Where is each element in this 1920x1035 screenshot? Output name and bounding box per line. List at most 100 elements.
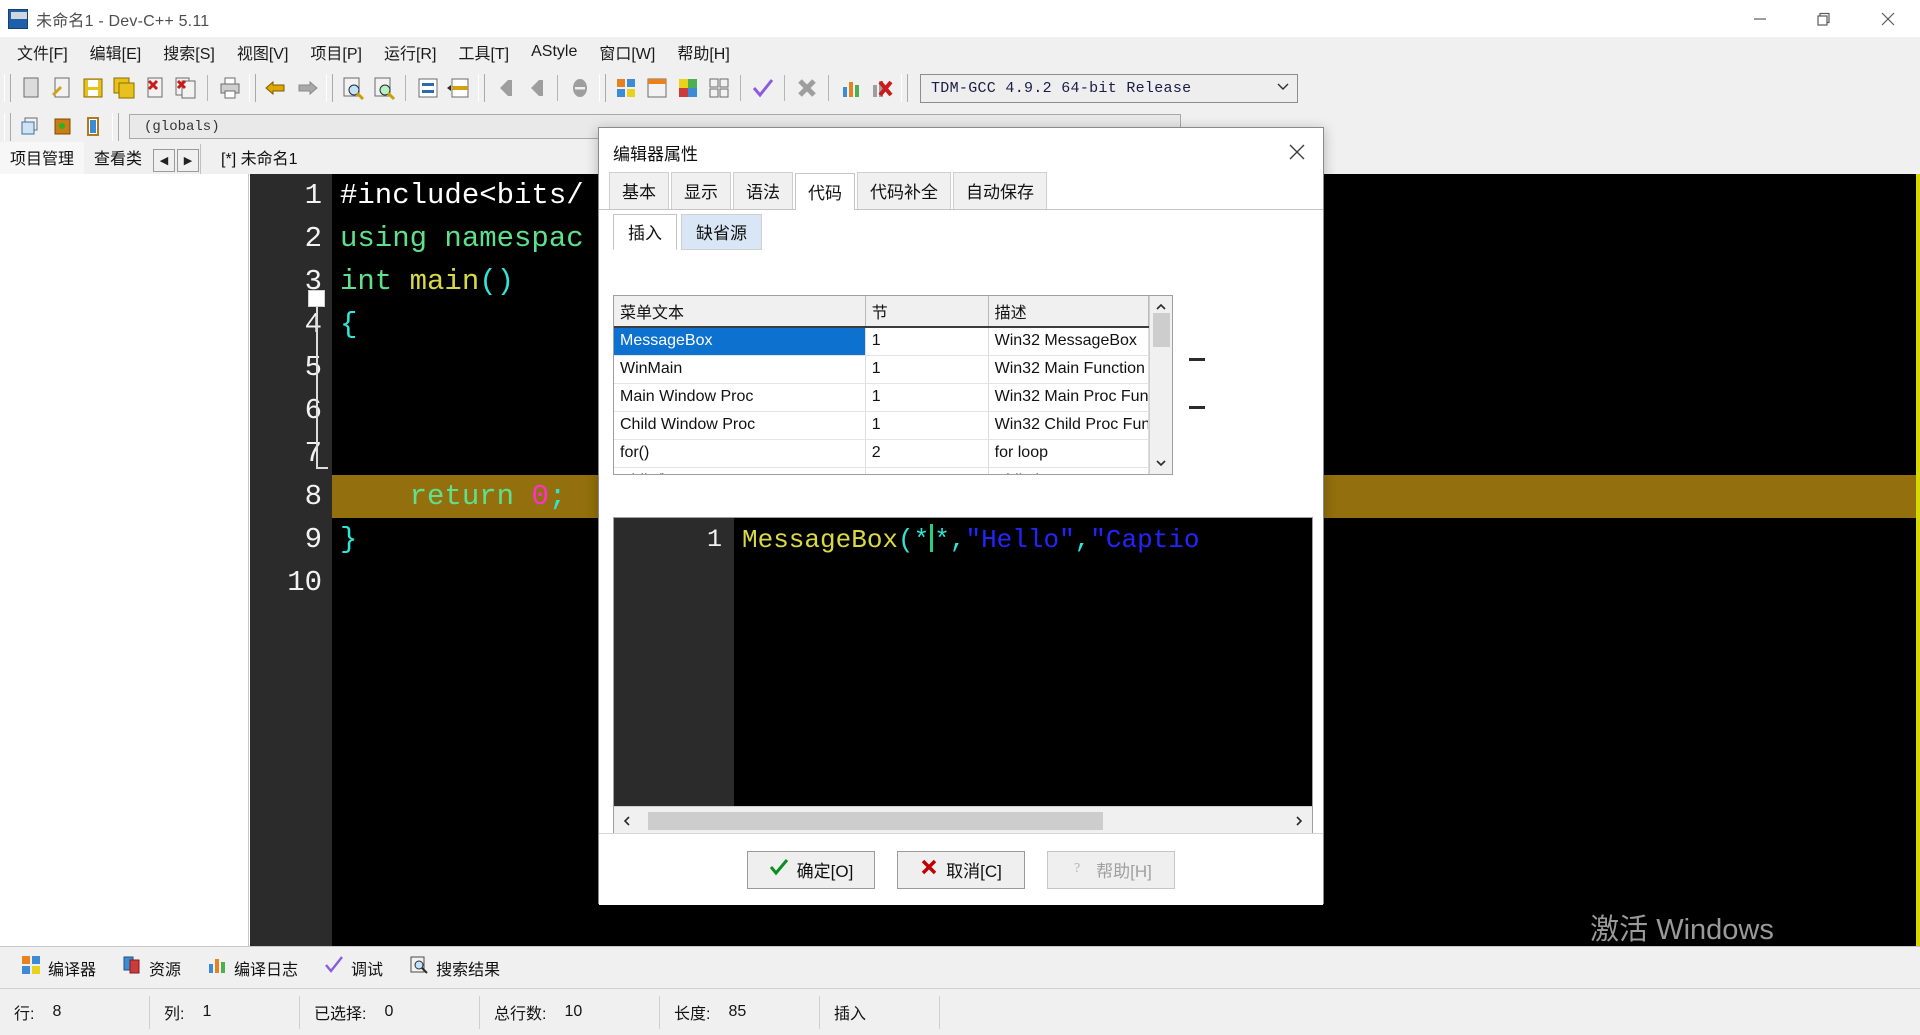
toolbar-grip[interactable] [4,74,11,102]
ok-button[interactable]: 确定[O] [747,850,875,889]
dialog-tab-autosave[interactable]: 自动保存 [953,172,1047,209]
fold-collapse-icon[interactable] [308,290,325,307]
tab-scroll-prev-button[interactable]: ◀ [153,149,176,172]
new-source-icon[interactable] [46,111,77,142]
find-icon[interactable] [337,73,368,104]
preview-horizontal-scrollbar[interactable] [614,806,1312,834]
scrollbar-thumb[interactable] [648,811,1103,830]
chevron-left-icon[interactable] [614,808,640,834]
menu-edit[interactable]: 编辑[E] [79,37,153,67]
bottom-tab-resources[interactable]: 资源 [109,951,194,984]
column-header-section[interactable]: 节 [865,296,989,328]
menu-astyle[interactable]: AStyle [520,40,588,64]
dialog-tab-basic[interactable]: 基本 [609,172,669,209]
dialog-tab-code[interactable]: 代码 [795,173,855,210]
compiler-select-value: TDM-GCC 4.9.2 64-bit Release [931,79,1192,97]
bottom-tab-compiler[interactable]: 编译器 [8,951,109,984]
book-icon[interactable] [77,111,108,142]
bottom-tab-search-results[interactable]: 搜索结果 [396,951,513,984]
toolbar-grip-7[interactable] [4,112,11,141]
toolbar-grip-8[interactable] [112,112,119,141]
preview-code-area[interactable]: 1 MessageBox(* *,"Hello","Captio [614,518,1312,806]
save-all-icon[interactable] [108,73,139,104]
back-icon[interactable] [489,73,520,104]
delete-profile-icon[interactable] [866,73,897,104]
insert-list-table: 菜单文本 节 描述 MessageBox 1 Win32 MessageBox [614,296,1149,474]
table-row[interactable]: Child Window Proc 1 Win32 Child Proc Fun [614,411,1149,440]
chevron-down-icon[interactable] [1150,452,1173,474]
table-row[interactable]: Main Window Proc 1 Win32 Main Proc Fun [614,383,1149,412]
dialog-tab-syntax[interactable]: 语法 [733,172,793,209]
project-options-icon[interactable] [641,73,672,104]
toolbar-grip-3[interactable] [326,74,333,102]
toggle-bookmark-icon[interactable] [564,73,595,104]
toolbar-grip-5[interactable] [599,74,606,102]
insert-list-view[interactable]: 菜单文本 节 描述 MessageBox 1 Win32 MessageBox [613,295,1173,475]
dialog-subtab-default-source[interactable]: 缺省源 [681,214,762,250]
tab-project-manager[interactable]: 项目管理 [0,142,85,174]
menu-help[interactable]: 帮助[H] [666,37,740,67]
bottom-tab-compile-log[interactable]: 编译日志 [194,951,311,984]
find-next-icon[interactable] [368,73,399,104]
replace-icon[interactable] [443,73,474,104]
toolbar-grip-6[interactable] [901,74,908,102]
restore-icon[interactable] [1792,0,1856,37]
minimize-icon[interactable] [1728,0,1792,37]
chevron-right-icon[interactable] [1286,808,1312,834]
close-file-icon[interactable] [139,73,170,104]
stop-icon[interactable] [791,73,822,104]
layout-icon[interactable] [672,73,703,104]
dialog-tab-completion[interactable]: 代码补全 [857,172,951,209]
add-to-project-icon[interactable] [15,111,46,142]
column-header-description[interactable]: 描述 [988,296,1149,328]
preview-token: MessageBox [742,525,899,555]
scrollbar-track[interactable] [640,808,1286,834]
column-header-menu-text[interactable]: 菜单文本 [614,296,866,328]
table-row[interactable]: for() 2 for loop [614,439,1149,468]
code-token: int [340,265,410,298]
save-icon[interactable] [77,73,108,104]
bottom-tab-debug[interactable]: 调试 [311,951,396,984]
insert-code-preview[interactable]: 1 MessageBox(* *,"Hello","Captio [613,517,1313,834]
project-panel[interactable] [0,174,249,946]
tab-class-browser[interactable]: 查看类 [84,142,153,174]
table-row[interactable]: MessageBox 1 Win32 MessageBox [614,327,1149,356]
forward-icon[interactable] [520,73,551,104]
remove-entry-dash-marker[interactable] [1189,406,1205,409]
goto-line-icon[interactable] [412,73,443,104]
editor-tab-untitled1[interactable]: [*] 未命名1 [209,142,309,174]
menu-file[interactable]: 文件[F] [6,37,79,67]
tab-scroll-next-button[interactable]: ▶ [177,149,200,172]
editor-properties-dialog[interactable]: 编辑器属性 基本 显示 语法 代码 代码补全 自动保存 插入 缺省源 菜单文本 … [598,127,1324,905]
menu-project[interactable]: 项目[P] [299,37,373,67]
menu-window[interactable]: 窗口[W] [588,37,666,67]
cancel-button[interactable]: 取消[C] [897,850,1025,889]
bottom-tab-label: 编译器 [48,961,97,979]
new-file-icon[interactable] [15,73,46,104]
dialog-subtab-insert[interactable]: 插入 [613,214,677,250]
redo-icon[interactable] [291,73,322,104]
grid-icon[interactable] [703,73,734,104]
close-icon[interactable] [1271,129,1323,175]
menu-view[interactable]: 视图[V] [226,37,300,67]
print-icon[interactable] [214,73,245,104]
table-row[interactable]: WinMain 1 Win32 Main Function [614,355,1149,384]
list-vertical-scrollbar[interactable] [1149,296,1172,474]
close-all-icon[interactable] [170,73,201,104]
compiler-select[interactable]: TDM-GCC 4.9.2 64-bit Release [920,73,1298,103]
profile-icon[interactable] [835,73,866,104]
edit-entry-dash-marker[interactable] [1189,358,1205,361]
dialog-tab-display[interactable]: 显示 [671,172,731,209]
menu-tools[interactable]: 工具[T] [447,37,520,67]
menu-run[interactable]: 运行[R] [373,37,447,67]
compile-run-icon[interactable] [747,73,778,104]
menu-search[interactable]: 搜索[S] [152,37,226,67]
toolbar-grip-4[interactable] [478,74,485,102]
open-file-icon[interactable] [46,73,77,104]
scrollbar-thumb[interactable] [1152,313,1170,347]
new-project-icon[interactable] [610,73,641,104]
close-icon[interactable] [1856,0,1920,37]
toolbar-grip-2[interactable] [249,74,256,102]
undo-icon[interactable] [260,73,291,104]
table-row[interactable]: while() 2 while loop [614,467,1149,474]
